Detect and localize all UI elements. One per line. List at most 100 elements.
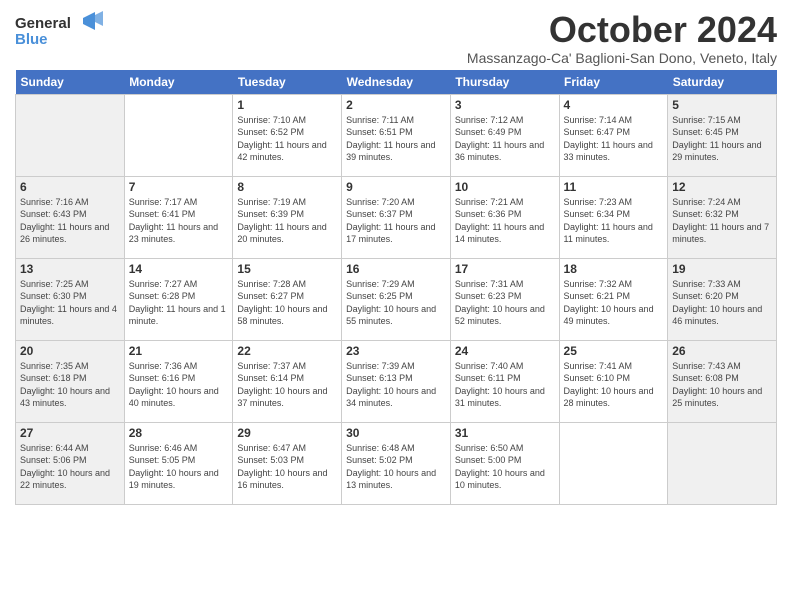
day-info: Sunrise: 7:20 AM Sunset: 6:37 PM Dayligh… [346, 196, 446, 246]
day-number: 17 [455, 262, 555, 276]
day-number: 6 [20, 180, 120, 194]
day-number: 24 [455, 344, 555, 358]
day-number: 29 [237, 426, 337, 440]
day-number: 30 [346, 426, 446, 440]
svg-text:General: General [15, 15, 71, 32]
header: General Blue October 2024 Massanzago-Ca'… [15, 10, 777, 66]
header-row: SundayMondayTuesdayWednesdayThursdayFrid… [16, 70, 777, 95]
calendar-cell: 16Sunrise: 7:29 AM Sunset: 6:25 PM Dayli… [342, 258, 451, 340]
week-row-1: 1 Sunrise: 7:10 AM Sunset: 6:52 PM Daylig… [16, 94, 777, 176]
day-info: Sunrise: 7:33 AM Sunset: 6:20 PM Dayligh… [672, 278, 772, 328]
day-number: 22 [237, 344, 337, 358]
calendar-cell: 9 Sunrise: 7:20 AM Sunset: 6:37 PM Daylig… [342, 176, 451, 258]
day-number: 20 [20, 344, 120, 358]
day-info: Sunrise: 7:24 AM Sunset: 6:32 PM Dayligh… [672, 196, 772, 246]
calendar-cell: 24 Sunrise: 7:40 AM Sunset: 6:11 PM Dayli… [450, 340, 559, 422]
calendar-cell: 18Sunrise: 7:32 AM Sunset: 6:21 PM Dayli… [559, 258, 668, 340]
calendar-cell: 4 Sunrise: 7:14 AM Sunset: 6:47 PM Daylig… [559, 94, 668, 176]
day-info: Sunrise: 7:21 AM Sunset: 6:36 PM Dayligh… [455, 196, 555, 246]
day-number: 12 [672, 180, 772, 194]
calendar-cell: 14Sunrise: 7:27 AM Sunset: 6:28 PM Dayli… [124, 258, 233, 340]
day-info: Sunrise: 7:19 AM Sunset: 6:39 PM Dayligh… [237, 196, 337, 246]
col-header-sunday: Sunday [16, 70, 125, 95]
calendar-cell: 22 Sunrise: 7:37 AM Sunset: 6:14 PM Dayli… [233, 340, 342, 422]
day-info: Sunrise: 7:40 AM Sunset: 6:11 PM Dayligh… [455, 360, 555, 410]
day-number: 21 [129, 344, 229, 358]
svg-text:Blue: Blue [15, 31, 48, 48]
calendar-cell: 20Sunrise: 7:35 AM Sunset: 6:18 PM Dayli… [16, 340, 125, 422]
calendar-cell: 3Sunrise: 7:12 AM Sunset: 6:49 PM Daylig… [450, 94, 559, 176]
week-row-3: 13Sunrise: 7:25 AM Sunset: 6:30 PM Dayli… [16, 258, 777, 340]
calendar-cell: 1 Sunrise: 7:10 AM Sunset: 6:52 PM Daylig… [233, 94, 342, 176]
day-info: Sunrise: 7:17 AM Sunset: 6:41 PM Dayligh… [129, 196, 229, 246]
calendar-cell: 15Sunrise: 7:28 AM Sunset: 6:27 PM Dayli… [233, 258, 342, 340]
day-info: Sunrise: 7:16 AM Sunset: 6:43 PM Dayligh… [20, 196, 120, 246]
calendar-cell: 31Sunrise: 6:50 AM Sunset: 5:00 PM Dayli… [450, 422, 559, 504]
location-subtitle: Massanzago-Ca' Baglioni-San Dono, Veneto… [467, 50, 777, 66]
day-info: Sunrise: 7:43 AM Sunset: 6:08 PM Dayligh… [672, 360, 772, 410]
page: General Blue October 2024 Massanzago-Ca'… [0, 0, 792, 515]
day-info: Sunrise: 7:41 AM Sunset: 6:10 PM Dayligh… [564, 360, 664, 410]
day-number: 23 [346, 344, 446, 358]
day-info: Sunrise: 7:31 AM Sunset: 6:23 PM Dayligh… [455, 278, 555, 328]
col-header-monday: Monday [124, 70, 233, 95]
day-number: 28 [129, 426, 229, 440]
col-header-friday: Friday [559, 70, 668, 95]
day-info: Sunrise: 6:48 AM Sunset: 5:02 PM Dayligh… [346, 442, 446, 492]
calendar-cell [124, 94, 233, 176]
day-info: Sunrise: 6:46 AM Sunset: 5:05 PM Dayligh… [129, 442, 229, 492]
day-info: Sunrise: 7:37 AM Sunset: 6:14 PM Dayligh… [237, 360, 337, 410]
day-number: 26 [672, 344, 772, 358]
day-number: 5 [672, 98, 772, 112]
day-number: 2 [346, 98, 446, 112]
calendar-cell: 17 Sunrise: 7:31 AM Sunset: 6:23 PM Dayli… [450, 258, 559, 340]
calendar-cell: 21 Sunrise: 7:36 AM Sunset: 6:16 PM Dayli… [124, 340, 233, 422]
calendar-cell: 29 Sunrise: 6:47 AM Sunset: 5:03 PM Dayli… [233, 422, 342, 504]
day-info: Sunrise: 7:14 AM Sunset: 6:47 PM Dayligh… [564, 114, 664, 164]
calendar-table: SundayMondayTuesdayWednesdayThursdayFrid… [15, 70, 777, 505]
day-info: Sunrise: 6:44 AM Sunset: 5:06 PM Dayligh… [20, 442, 120, 492]
day-info: Sunrise: 7:23 AM Sunset: 6:34 PM Dayligh… [564, 196, 664, 246]
day-number: 18 [564, 262, 664, 276]
day-number: 8 [237, 180, 337, 194]
logo-svg: General Blue [15, 10, 105, 48]
calendar-cell [559, 422, 668, 504]
day-number: 19 [672, 262, 772, 276]
day-info: Sunrise: 7:11 AM Sunset: 6:51 PM Dayligh… [346, 114, 446, 164]
week-row-2: 6 Sunrise: 7:16 AM Sunset: 6:43 PM Daylig… [16, 176, 777, 258]
day-number: 16 [346, 262, 446, 276]
day-number: 11 [564, 180, 664, 194]
calendar-cell: 27Sunrise: 6:44 AM Sunset: 5:06 PM Dayli… [16, 422, 125, 504]
logo: General Blue [15, 10, 105, 48]
calendar-cell: 25 Sunrise: 7:41 AM Sunset: 6:10 PM Dayli… [559, 340, 668, 422]
week-row-4: 20Sunrise: 7:35 AM Sunset: 6:18 PM Dayli… [16, 340, 777, 422]
calendar-cell: 28 Sunrise: 6:46 AM Sunset: 5:05 PM Dayli… [124, 422, 233, 504]
day-number: 14 [129, 262, 229, 276]
day-number: 10 [455, 180, 555, 194]
day-number: 4 [564, 98, 664, 112]
calendar-cell: 13Sunrise: 7:25 AM Sunset: 6:30 PM Dayli… [16, 258, 125, 340]
calendar-cell [16, 94, 125, 176]
calendar-cell: 11 Sunrise: 7:23 AM Sunset: 6:34 PM Dayli… [559, 176, 668, 258]
day-number: 3 [455, 98, 555, 112]
calendar-cell: 12 Sunrise: 7:24 AM Sunset: 6:32 PM Dayli… [668, 176, 777, 258]
day-number: 15 [237, 262, 337, 276]
calendar-cell: 6 Sunrise: 7:16 AM Sunset: 6:43 PM Daylig… [16, 176, 125, 258]
week-row-5: 27Sunrise: 6:44 AM Sunset: 5:06 PM Dayli… [16, 422, 777, 504]
day-info: Sunrise: 6:47 AM Sunset: 5:03 PM Dayligh… [237, 442, 337, 492]
day-number: 1 [237, 98, 337, 112]
col-header-tuesday: Tuesday [233, 70, 342, 95]
day-number: 25 [564, 344, 664, 358]
day-number: 9 [346, 180, 446, 194]
day-info: Sunrise: 7:39 AM Sunset: 6:13 PM Dayligh… [346, 360, 446, 410]
calendar-cell: 8 Sunrise: 7:19 AM Sunset: 6:39 PM Daylig… [233, 176, 342, 258]
calendar-cell: 10 Sunrise: 7:21 AM Sunset: 6:36 PM Dayli… [450, 176, 559, 258]
month-title: October 2024 [467, 10, 777, 50]
col-header-thursday: Thursday [450, 70, 559, 95]
col-header-wednesday: Wednesday [342, 70, 451, 95]
day-info: Sunrise: 7:10 AM Sunset: 6:52 PM Dayligh… [237, 114, 337, 164]
col-header-saturday: Saturday [668, 70, 777, 95]
day-info: Sunrise: 7:36 AM Sunset: 6:16 PM Dayligh… [129, 360, 229, 410]
calendar-cell: 19 Sunrise: 7:33 AM Sunset: 6:20 PM Dayli… [668, 258, 777, 340]
day-number: 31 [455, 426, 555, 440]
